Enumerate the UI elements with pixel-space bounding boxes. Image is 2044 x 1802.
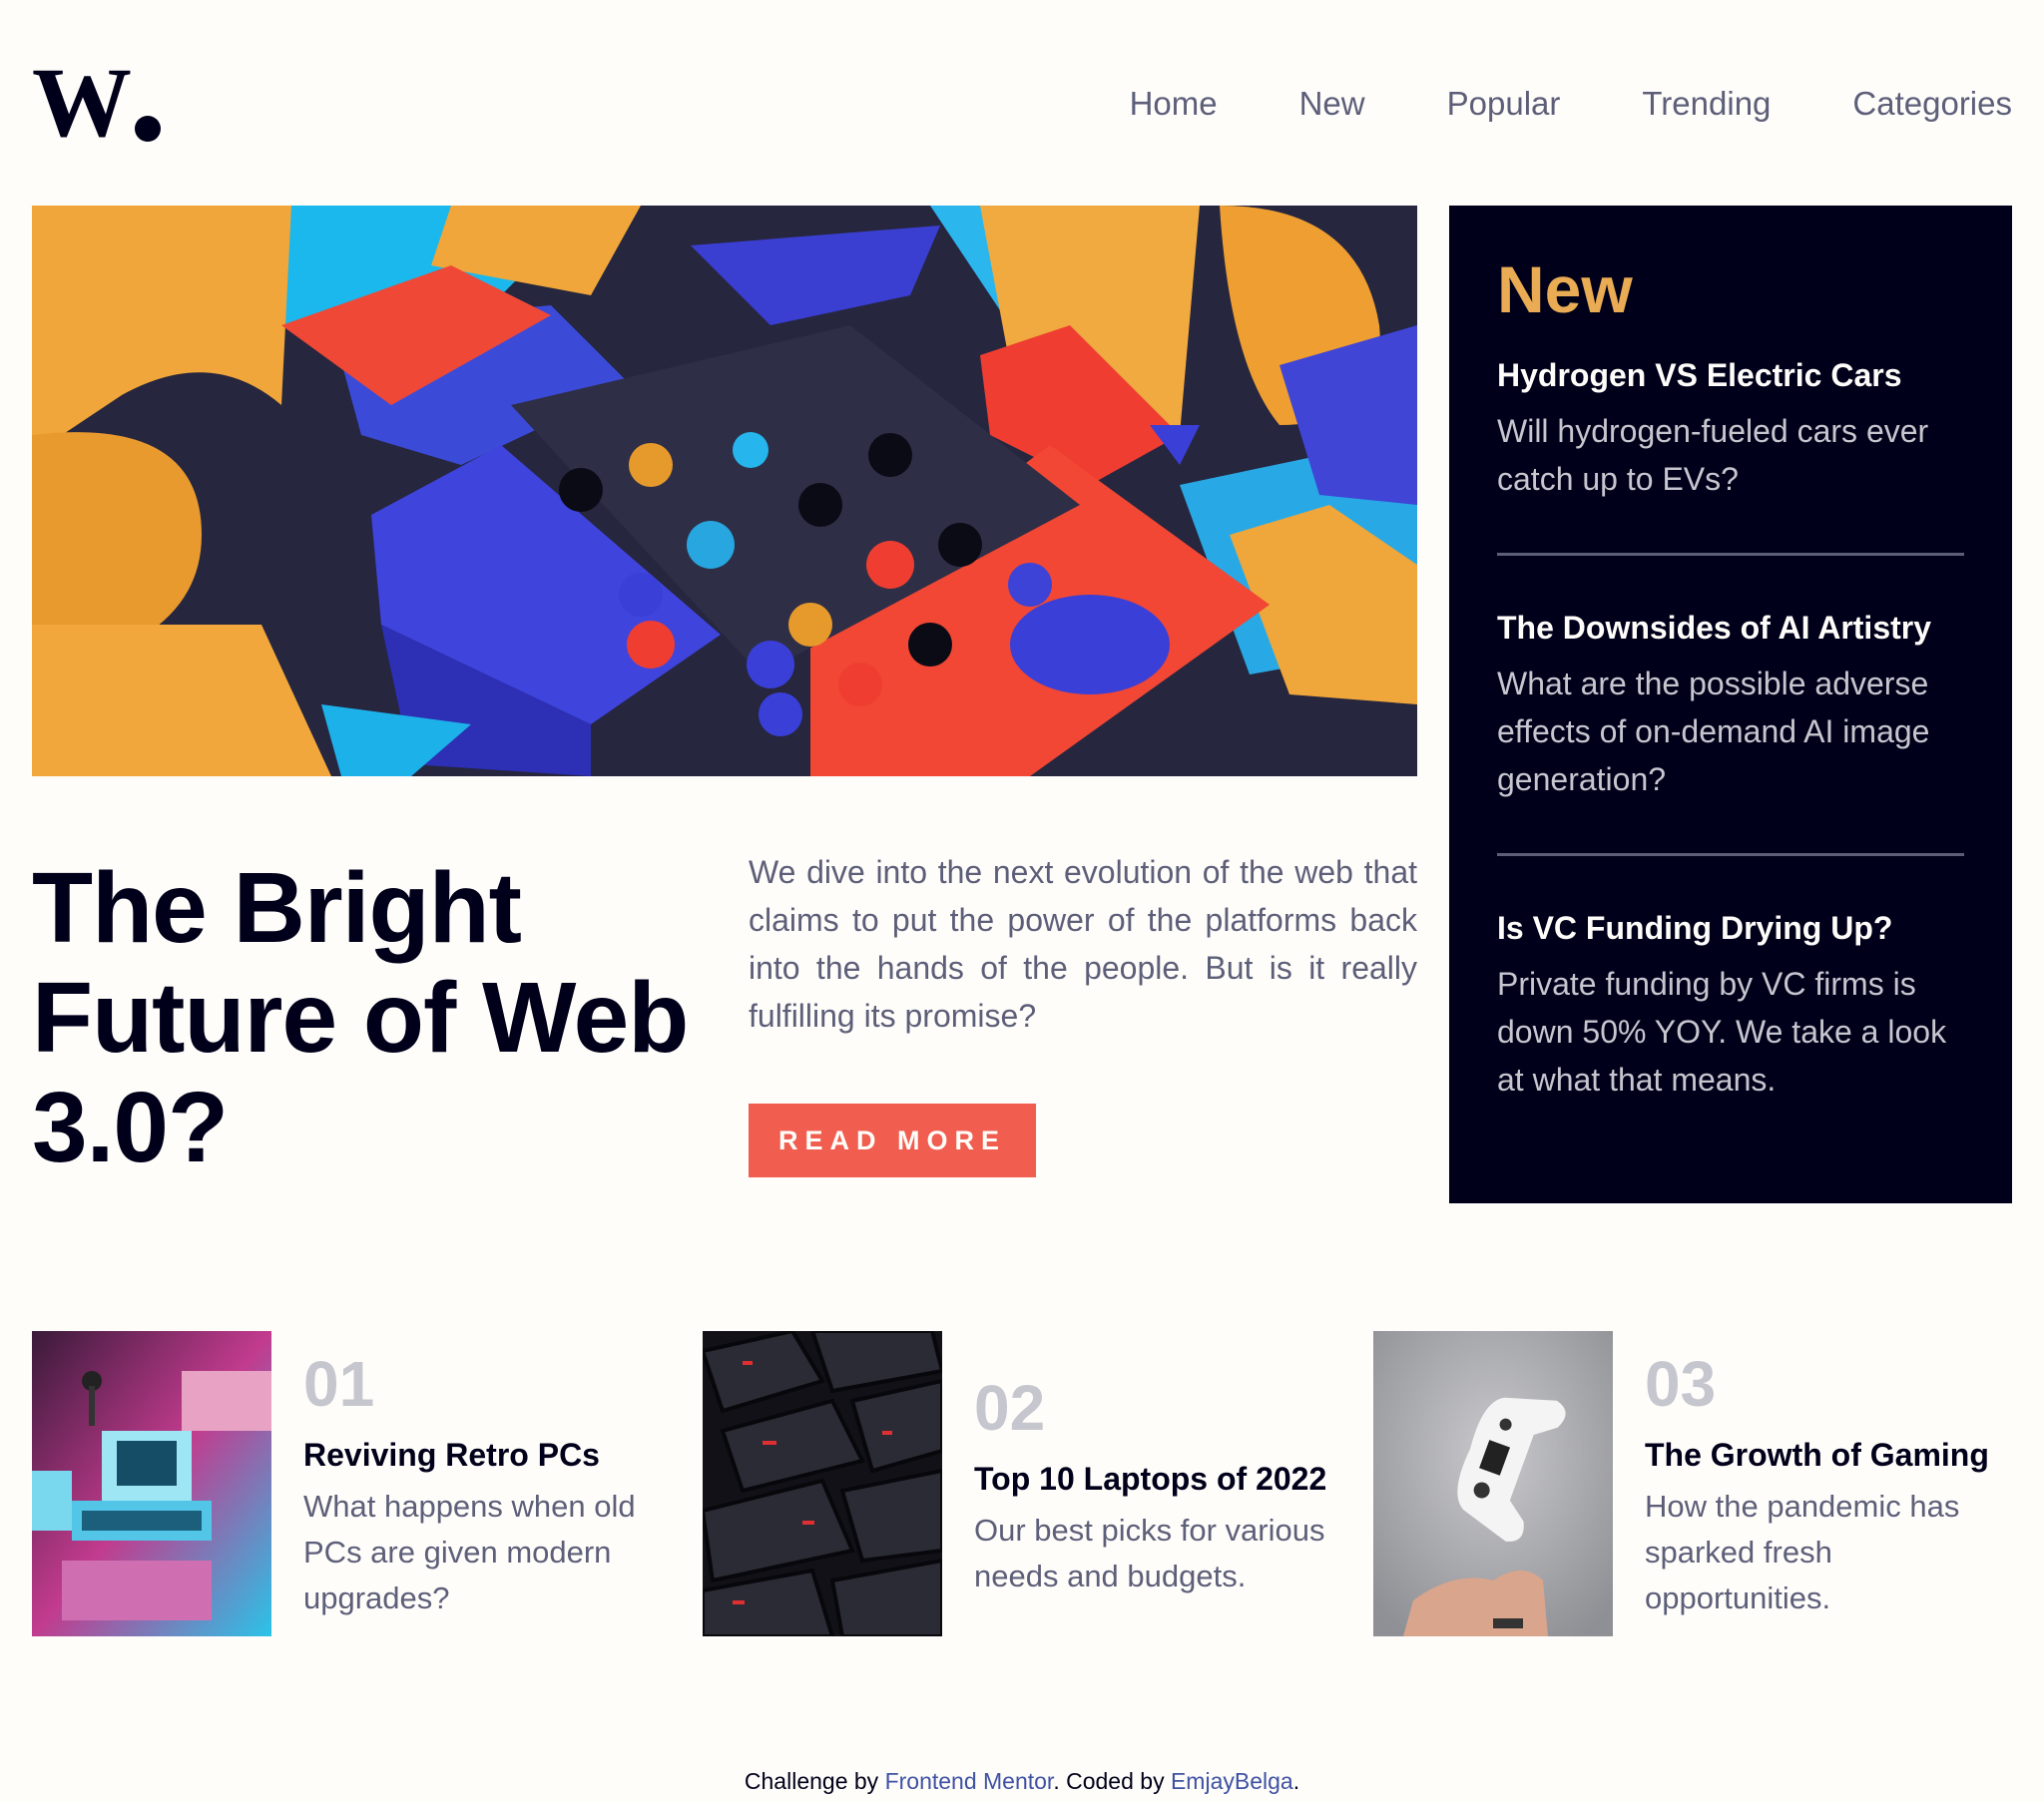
article-card-laptops: 02 Top 10 Laptops of 2022 Our best picks… <box>703 1331 1341 1636</box>
divider <box>1497 553 1964 556</box>
new-article-title[interactable]: The Downsides of AI Artistry <box>1497 608 1964 648</box>
card-description: How the pandemic has sparked fresh oppor… <box>1645 1489 1960 1615</box>
footer-text: . <box>1292 1768 1300 1794</box>
card-thumbnail-gaming[interactable] <box>1373 1331 1613 1636</box>
read-more-button[interactable]: READ MORE <box>749 1104 1036 1177</box>
new-article-item[interactable]: Is VC Funding Drying Up? Private funding… <box>1497 908 1964 1104</box>
new-article-item[interactable]: The Downsides of AI Artistry What are th… <box>1497 608 1964 803</box>
card-description: Our best picks for various needs and bud… <box>974 1513 1325 1593</box>
card-title[interactable]: The Growth of Gaming <box>1645 1435 1989 1475</box>
frontend-mentor-link[interactable]: Frontend Mentor <box>885 1768 1054 1794</box>
nav-link-popular[interactable]: Popular <box>1447 84 1561 124</box>
footer-text: Challenge by <box>744 1768 885 1794</box>
article-card-gaming: 03 The Growth of Gaming How the pandemic… <box>1373 1331 2012 1636</box>
new-article-summary: What are the possible adverse effects of… <box>1497 666 1930 797</box>
footer-text: . Coded by <box>1053 1768 1171 1794</box>
card-number: 03 <box>1645 1348 1717 1420</box>
hero-title: The Bright Future of Web 3.0? <box>32 852 689 1183</box>
card-number: 01 <box>303 1348 375 1420</box>
card-description: What happens when old PCs are given mode… <box>303 1489 636 1615</box>
author-link[interactable]: EmjayBelga <box>1171 1768 1293 1794</box>
new-article-summary: Private funding by VC firms is down 50% … <box>1497 966 1947 1098</box>
attribution-footer: Challenge by Frontend Mentor. Coded by E… <box>0 1766 2044 1796</box>
hero-image <box>32 206 1417 776</box>
new-articles-panel: New Hydrogen VS Electric Cars Will hydro… <box>1449 206 2012 1203</box>
logo-mark: W <box>32 47 161 158</box>
nav-link-categories[interactable]: Categories <box>1852 84 2012 124</box>
nav-link-new[interactable]: New <box>1299 84 1365 124</box>
nav-link-home[interactable]: Home <box>1130 84 1218 124</box>
new-panel-heading: New <box>1497 252 1633 326</box>
hero-description: We dive into the next evolution of the w… <box>749 854 1417 1034</box>
new-article-title[interactable]: Is VC Funding Drying Up? <box>1497 908 1964 948</box>
card-title[interactable]: Reviving Retro PCs <box>303 1435 600 1475</box>
article-card-retro-pcs: 01 Reviving Retro PCs What happens when … <box>32 1331 671 1636</box>
svg-text:W: W <box>32 62 131 142</box>
site-logo[interactable]: W <box>32 47 162 158</box>
nav-link-trending[interactable]: Trending <box>1642 84 1771 124</box>
new-article-summary: Will hydrogen-fueled cars ever catch up … <box>1497 413 1929 497</box>
card-number: 02 <box>974 1372 1046 1444</box>
main-nav: Home New Popular Trending Categories <box>1130 84 2012 124</box>
card-thumbnail-laptops[interactable] <box>703 1331 942 1636</box>
new-article-item[interactable]: Hydrogen VS Electric Cars Will hydrogen-… <box>1497 355 1964 503</box>
card-thumbnail-retro-pcs[interactable] <box>32 1331 271 1636</box>
card-title[interactable]: Top 10 Laptops of 2022 <box>974 1459 1326 1499</box>
new-article-title[interactable]: Hydrogen VS Electric Cars <box>1497 355 1964 395</box>
divider <box>1497 853 1964 856</box>
